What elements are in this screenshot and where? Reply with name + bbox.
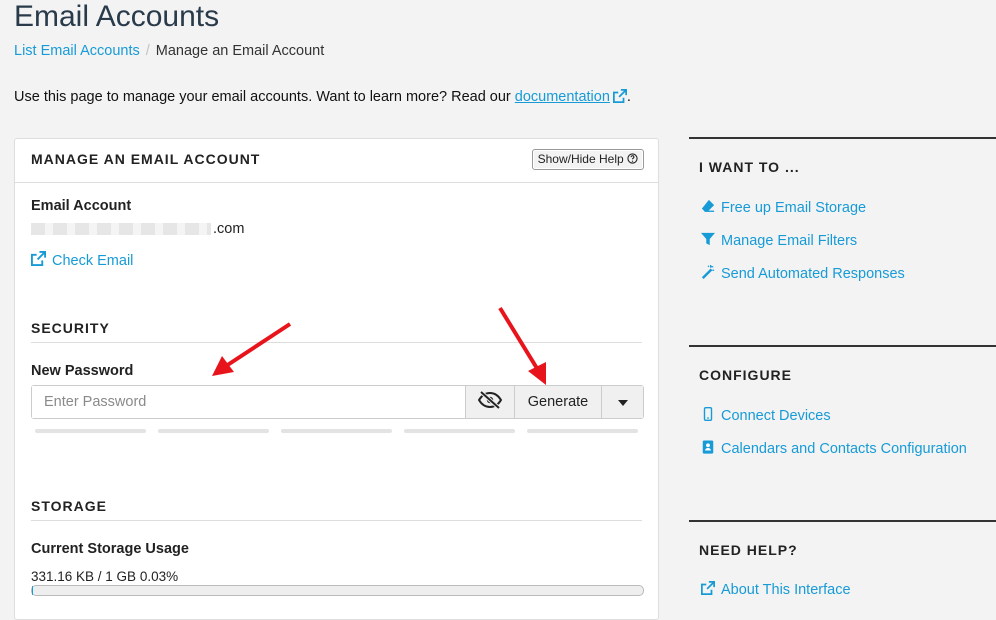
external-link-icon: [613, 89, 627, 107]
panel-title: MANAGE AN EMAIL ACCOUNT: [31, 151, 260, 167]
generate-options-dropdown[interactable]: [601, 386, 643, 418]
magic-wand-icon: [701, 265, 715, 283]
sidebar-title-need-help: NEED HELP?: [699, 542, 798, 558]
storage-usage-value: 331.16 KB / 1 GB 0.03%: [31, 569, 178, 584]
sidebar-link-label: Free up Email Storage: [721, 200, 866, 216]
sidebar-link-calendars-contacts[interactable]: Calendars and Contacts Configuration: [701, 440, 967, 458]
help-button-label: Show/Hide Help: [538, 152, 624, 166]
sidebar-link-about-interface[interactable]: About This Interface: [701, 581, 851, 599]
sidebar-link-label: Send Automated Responses: [721, 266, 905, 282]
email-account-label: Email Account: [31, 198, 131, 214]
security-section-title: SECURITY: [31, 320, 642, 343]
page-title: Email Accounts: [14, 0, 219, 34]
sidebar-link-label: Manage Email Filters: [721, 233, 857, 249]
check-email-label: Check Email: [52, 253, 133, 269]
mobile-phone-icon: [701, 407, 715, 425]
password-input[interactable]: [32, 386, 465, 418]
sidebar-section-need-help: NEED HELP? About This Interface: [689, 520, 996, 610]
sidebar-link-label: About This Interface: [721, 582, 851, 598]
password-strength-meter: [35, 429, 638, 433]
breadcrumb: List Email Accounts / Manage an Email Ac…: [14, 43, 324, 59]
redacted-email-mask: [31, 223, 211, 235]
new-password-label: New Password: [31, 363, 133, 379]
sidebar-link-label: Connect Devices: [721, 408, 831, 424]
email-domain-text: .com: [213, 221, 244, 237]
storage-section-title: STORAGE: [31, 498, 642, 521]
sidebar-title-i-want-to: I WANT TO ...: [699, 159, 800, 175]
check-email-link[interactable]: Check Email: [31, 251, 133, 270]
sidebar-link-free-up-storage[interactable]: Free up Email Storage: [701, 199, 866, 217]
address-book-icon: [701, 440, 715, 458]
manage-email-panel: MANAGE AN EMAIL ACCOUNT Show/Hide Help E…: [14, 138, 659, 620]
intro-end: .: [627, 89, 631, 105]
show-hide-help-button[interactable]: Show/Hide Help: [532, 149, 644, 170]
email-account-value: .com: [31, 221, 244, 237]
toggle-password-visibility-button[interactable]: [465, 386, 514, 418]
sidebar-link-connect-devices[interactable]: Connect Devices: [701, 407, 831, 425]
sidebar-link-manage-email-filters[interactable]: Manage Email Filters: [701, 232, 857, 250]
strength-segment: [527, 429, 638, 433]
strength-segment: [281, 429, 392, 433]
caret-down-icon: [618, 393, 628, 411]
strength-segment: [404, 429, 515, 433]
password-input-group: Generate: [31, 385, 644, 419]
generate-password-button[interactable]: Generate: [514, 386, 601, 418]
strength-segment: [35, 429, 146, 433]
sidebar-section-i-want-to: I WANT TO ... Free up Email Storage Mana…: [689, 137, 996, 339]
breadcrumb-separator: /: [146, 43, 150, 59]
strength-segment: [158, 429, 269, 433]
external-link-icon: [701, 581, 715, 599]
question-circle-icon: [627, 152, 638, 166]
breadcrumb-list-email-accounts[interactable]: List Email Accounts: [14, 43, 140, 59]
intro-text: Use this page to manage your email accou…: [14, 89, 515, 105]
sidebar-section-configure: CONFIGURE Connect Devices Calendars and …: [689, 345, 996, 517]
current-storage-usage-label: Current Storage Usage: [31, 541, 189, 557]
sidebar-title-configure: CONFIGURE: [699, 367, 792, 383]
eye-slash-icon: [478, 391, 502, 414]
filter-icon: [701, 232, 715, 250]
eraser-icon: [701, 199, 715, 217]
sidebar-link-label: Calendars and Contacts Configuration: [721, 441, 967, 457]
intro-paragraph: Use this page to manage your email accou…: [14, 89, 631, 107]
external-link-icon: [31, 251, 46, 270]
breadcrumb-current: Manage an Email Account: [156, 43, 324, 59]
documentation-link[interactable]: documentation: [515, 89, 610, 105]
storage-usage-bar: [31, 585, 644, 596]
panel-header: MANAGE AN EMAIL ACCOUNT Show/Hide Help: [15, 139, 658, 183]
sidebar-link-send-automated-responses[interactable]: Send Automated Responses: [701, 265, 905, 283]
